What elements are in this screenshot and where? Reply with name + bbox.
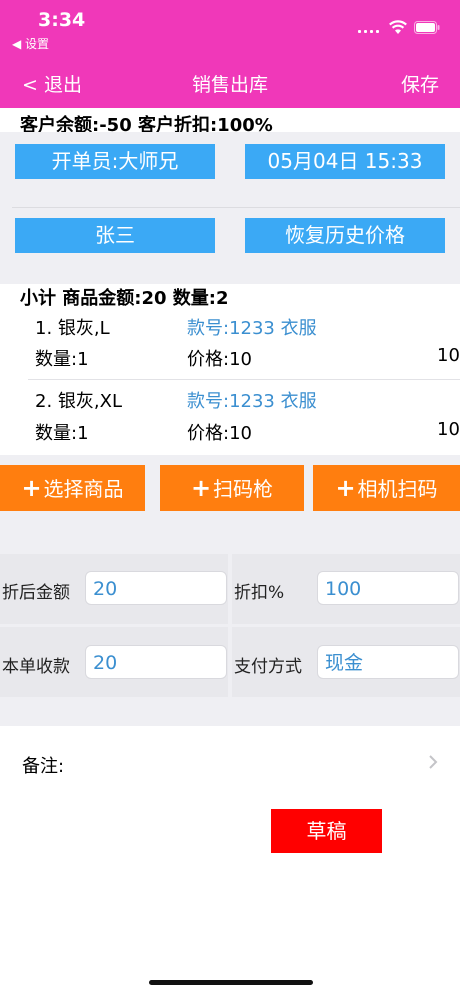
scanner-label: 扫码枪 bbox=[213, 477, 274, 501]
item-qty: 数量:1 bbox=[35, 349, 89, 370]
item-code: 款号:1233 衣服 bbox=[187, 318, 317, 339]
divider bbox=[12, 207, 460, 208]
item-name: 1. 银灰,L bbox=[35, 318, 110, 339]
item-name: 2. 银灰,XL bbox=[35, 391, 122, 412]
customer-button[interactable]: 张三 bbox=[15, 218, 215, 253]
received-input[interactable]: 20 bbox=[85, 645, 227, 679]
plus-icon: + bbox=[21, 474, 42, 502]
select-goods-button[interactable]: + 选择商品 bbox=[0, 465, 145, 511]
select-goods-label: 选择商品 bbox=[43, 477, 124, 501]
save-button[interactable]: 保存 bbox=[401, 70, 439, 97]
plus-icon: + bbox=[335, 474, 356, 502]
draft-button[interactable]: 草稿 bbox=[271, 809, 382, 853]
camera-scan-button[interactable]: + 相机扫码 bbox=[313, 465, 460, 511]
scanner-button[interactable]: + 扫码枪 bbox=[160, 465, 304, 511]
divider bbox=[28, 379, 460, 380]
page-title: 销售出库 bbox=[191, 74, 268, 96]
header-bar: 3:34 ◀ 设置 < 退出 销售出库 保存 bbox=[0, 0, 460, 108]
restore-price-button[interactable]: 恢复历史价格 bbox=[245, 218, 445, 253]
item-amount: 10 bbox=[437, 345, 460, 366]
item-price: 价格:10 bbox=[187, 423, 252, 444]
payment-method-label: 支付方式 bbox=[234, 657, 302, 677]
plus-icon: + bbox=[190, 474, 212, 502]
status-back-link[interactable]: ◀ 设置 bbox=[12, 35, 49, 52]
signal-icon bbox=[358, 30, 380, 36]
item-qty: 数量:1 bbox=[35, 423, 89, 444]
received-label: 本单收款 bbox=[2, 657, 70, 677]
status-time: 3:34 bbox=[38, 9, 86, 31]
remark-label: 备注: bbox=[22, 756, 65, 777]
item-code: 款号:1233 衣服 bbox=[187, 391, 317, 412]
chevron-right-icon bbox=[429, 755, 438, 769]
payment-method-select[interactable]: 现金 bbox=[317, 645, 459, 679]
discounted-amount-label: 折后金额 bbox=[2, 583, 70, 603]
item-price: 价格:10 bbox=[187, 349, 252, 370]
wifi-icon bbox=[389, 20, 407, 34]
discount-label: 折扣% bbox=[234, 583, 285, 603]
operator-button[interactable]: 开单员:大师兄 bbox=[15, 144, 215, 179]
discount-input[interactable]: 100 bbox=[317, 571, 459, 605]
camera-scan-label: 相机扫码 bbox=[357, 477, 438, 501]
discounted-amount-input[interactable]: 20 bbox=[85, 571, 227, 605]
item-amount: 10 bbox=[437, 419, 460, 440]
battery-icon bbox=[414, 21, 440, 34]
subtotal-label: 小计 商品金额:20 数量:2 bbox=[20, 288, 229, 309]
home-indicator[interactable] bbox=[149, 980, 313, 985]
datetime-button[interactable]: 05月04日 15:33 bbox=[245, 144, 445, 179]
